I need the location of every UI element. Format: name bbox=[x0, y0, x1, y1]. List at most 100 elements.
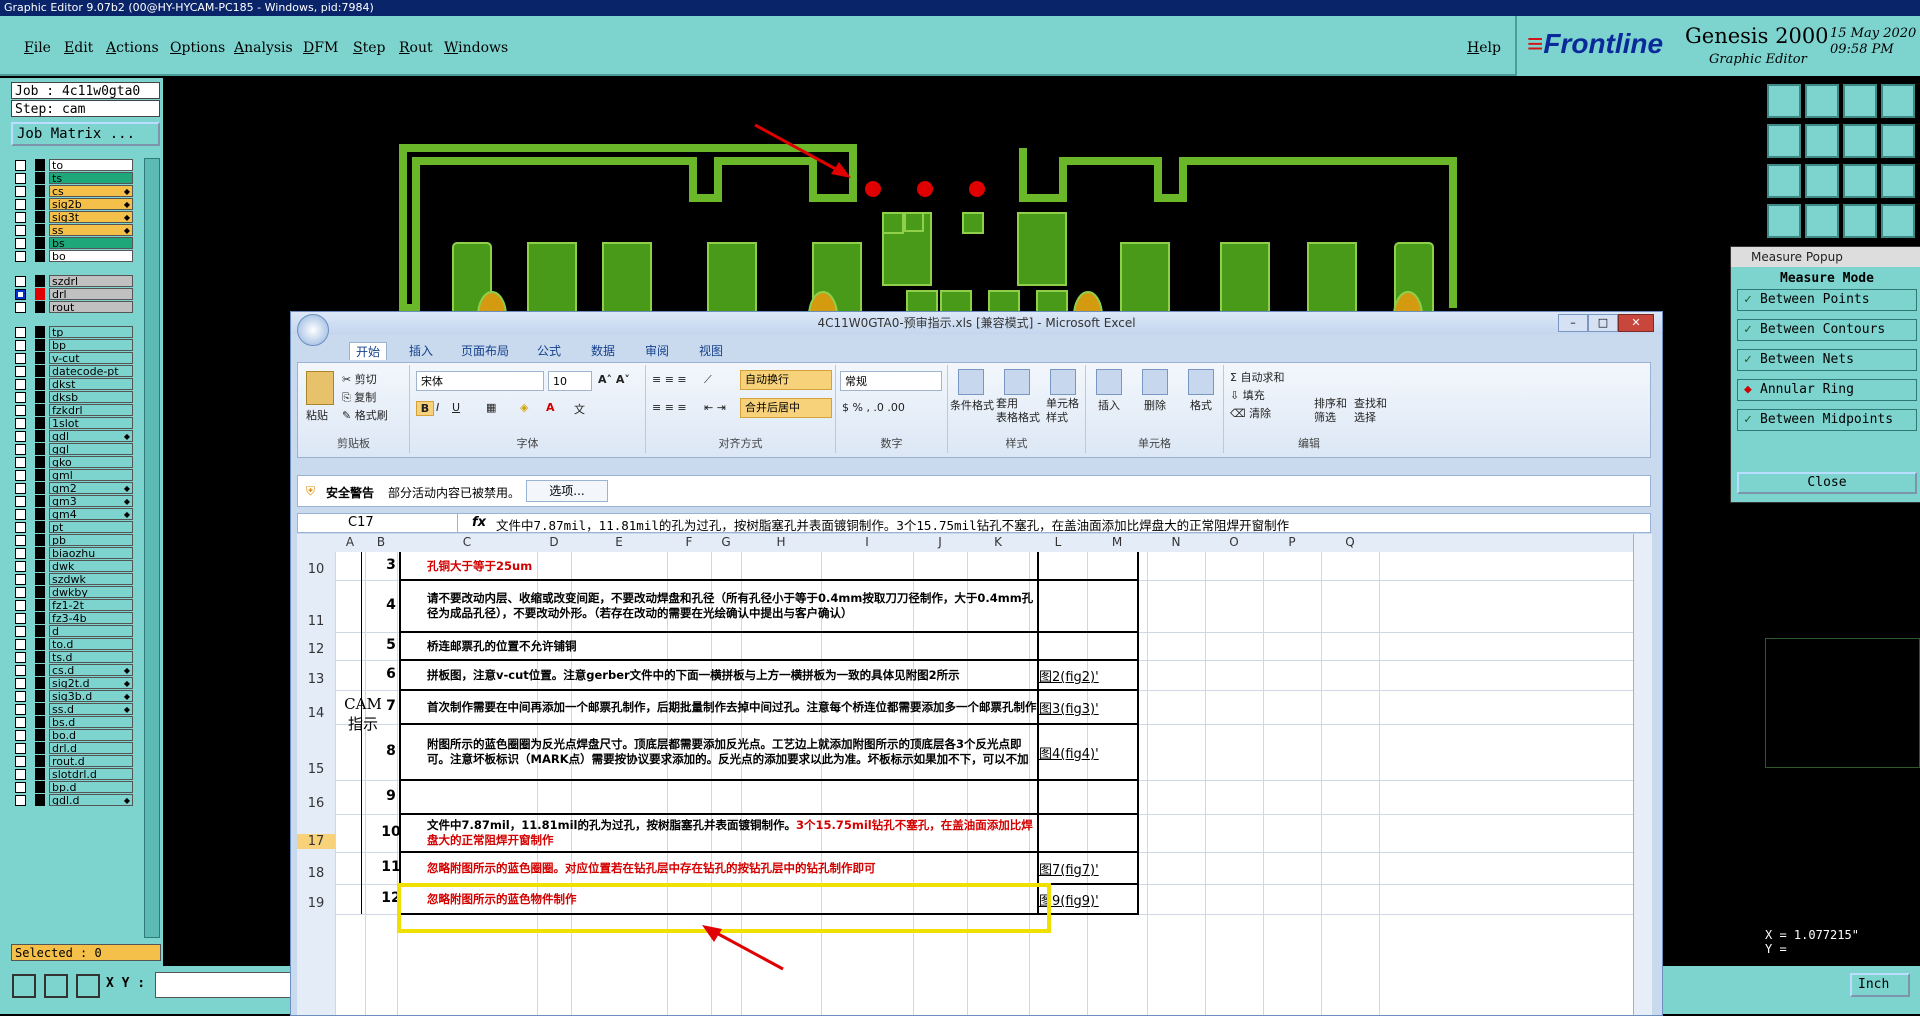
layer-checkbox[interactable] bbox=[15, 366, 26, 377]
layer-scrollbar[interactable] bbox=[144, 158, 160, 938]
layer-row[interactable]: szdwk bbox=[11, 572, 133, 586]
layer-name[interactable]: sig2t.d ◆ bbox=[49, 677, 133, 689]
layer-checkbox[interactable] bbox=[15, 457, 26, 468]
layer-row[interactable]: fzkdrl bbox=[11, 403, 133, 417]
menu-rout[interactable]: Rout bbox=[399, 40, 433, 56]
layer-checkbox[interactable] bbox=[15, 756, 26, 767]
layer-row[interactable]: gm4 ◆ bbox=[11, 507, 133, 521]
zoom-in-icon[interactable] bbox=[1805, 84, 1839, 118]
net-icon[interactable] bbox=[1843, 204, 1877, 238]
angle-icon[interactable] bbox=[44, 974, 68, 998]
layer-row[interactable]: bo bbox=[11, 249, 133, 263]
layer-row[interactable]: rout bbox=[11, 300, 133, 314]
column-header[interactable]: F bbox=[667, 535, 711, 549]
phonetic-icon[interactable]: 文 bbox=[574, 401, 585, 417]
table-format-button[interactable]: 套用 表格格式 bbox=[996, 397, 1040, 425]
layer-name[interactable]: szdwk bbox=[49, 573, 133, 585]
layer-row[interactable]: sig2t.d ◆ bbox=[11, 676, 133, 690]
menu-edit[interactable]: Edit bbox=[64, 40, 93, 56]
security-options-button[interactable]: 选项... bbox=[526, 480, 608, 502]
layer-name[interactable]: gdl ◆ bbox=[49, 430, 133, 442]
layer-checkbox[interactable] bbox=[15, 639, 26, 650]
font-name-select[interactable]: 宋体 bbox=[416, 371, 544, 391]
layer-checkbox[interactable] bbox=[15, 795, 26, 806]
layer-checkbox[interactable] bbox=[15, 535, 26, 546]
layer-row[interactable]: cs.d ◆ bbox=[11, 663, 133, 677]
layer-name[interactable]: gdl.d ◆ bbox=[49, 794, 133, 806]
cell-styles-icon[interactable] bbox=[1050, 369, 1076, 395]
layer-row[interactable]: ts bbox=[11, 171, 133, 185]
layer-row[interactable]: gdl ◆ bbox=[11, 429, 133, 443]
delete-cells-icon[interactable] bbox=[1142, 369, 1168, 395]
align-left-icon[interactable]: ≡ ≡ ≡ bbox=[652, 401, 687, 414]
layer-row[interactable]: to bbox=[11, 158, 133, 172]
menu-dfm[interactable]: DFM bbox=[303, 40, 338, 56]
layer-checkbox[interactable] bbox=[15, 496, 26, 507]
tab-view[interactable]: 视图 bbox=[699, 342, 723, 359]
layer-checkbox[interactable] bbox=[15, 173, 26, 184]
layer-name[interactable]: ggl bbox=[49, 443, 133, 455]
layer-checkbox[interactable] bbox=[15, 353, 26, 364]
layer-row[interactable]: bs bbox=[11, 236, 133, 250]
layer-name[interactable]: ss ◆ bbox=[49, 224, 133, 236]
overview-window[interactable] bbox=[1765, 638, 1920, 768]
snap-icon[interactable] bbox=[1881, 124, 1915, 158]
layer-checkbox[interactable] bbox=[15, 212, 26, 223]
zoom-out-icon[interactable] bbox=[1805, 164, 1839, 198]
copy-button[interactable]: ⎘ 复制 bbox=[342, 389, 376, 405]
layer-row[interactable]: drl.d bbox=[11, 741, 133, 755]
grow-font-icon[interactable]: A˄ A˅ bbox=[598, 373, 630, 386]
layer-name[interactable]: sig3t ◆ bbox=[49, 211, 133, 223]
layer-name[interactable]: cs ◆ bbox=[49, 185, 133, 197]
draw-line-icon[interactable] bbox=[12, 974, 36, 998]
layer-name[interactable]: sig2b ◆ bbox=[49, 198, 133, 210]
layer-checkbox[interactable] bbox=[15, 704, 26, 715]
merge-center-button[interactable]: 合并后居中 bbox=[740, 398, 832, 418]
layer-checkbox[interactable] bbox=[15, 276, 26, 287]
font-color-icon[interactable]: A bbox=[546, 401, 555, 414]
layer-row[interactable]: biaozhu bbox=[11, 546, 133, 560]
underline-button[interactable]: U bbox=[452, 401, 460, 414]
layer-name[interactable]: gko bbox=[49, 456, 133, 468]
layer-name[interactable]: to bbox=[49, 159, 133, 171]
column-header[interactable]: I bbox=[821, 535, 913, 549]
layer-checkbox[interactable] bbox=[15, 678, 26, 689]
menu-step[interactable]: Step bbox=[353, 40, 385, 56]
column-header[interactable]: H bbox=[741, 535, 821, 549]
layer-row[interactable]: bp.d bbox=[11, 780, 133, 794]
layer-name[interactable]: dwkby bbox=[49, 586, 133, 598]
menu-help[interactable]: Help bbox=[1467, 40, 1501, 56]
layer-checkbox[interactable] bbox=[15, 613, 26, 624]
measure-option[interactable]: ✓ Between Midpoints bbox=[1737, 409, 1917, 431]
layer-row[interactable]: gml bbox=[11, 468, 133, 482]
layer-name[interactable]: cs.d ◆ bbox=[49, 664, 133, 676]
layer-checkbox[interactable] bbox=[15, 561, 26, 572]
measure-option[interactable]: ◆ Annular Ring bbox=[1737, 379, 1917, 401]
layer-checkbox[interactable] bbox=[15, 225, 26, 236]
measure-option[interactable]: ✓ Between Contours bbox=[1737, 319, 1917, 341]
wrap-text-button[interactable]: 自动换行 bbox=[740, 370, 832, 390]
job-matrix-button[interactable]: Job Matrix ... bbox=[11, 122, 160, 146]
layer-row[interactable]: bp bbox=[11, 338, 133, 352]
menu-actions[interactable]: Actions bbox=[106, 40, 159, 56]
layer-checkbox[interactable] bbox=[15, 691, 26, 702]
table-format-icon[interactable] bbox=[1004, 369, 1030, 395]
layer-checkbox[interactable] bbox=[15, 574, 26, 585]
tab-data[interactable]: 数据 bbox=[591, 342, 615, 359]
layer-checkbox[interactable] bbox=[15, 302, 26, 313]
layer-row[interactable]: ggl bbox=[11, 442, 133, 456]
layer-name[interactable]: v-cut bbox=[49, 352, 133, 364]
layer-row[interactable]: dkst bbox=[11, 377, 133, 391]
formula-input[interactable]: 文件中7.87mil，11.81mil的孔为过孔，按树脂塞孔并表面镀铜制作。3个… bbox=[496, 515, 1289, 534]
tab-page-layout[interactable]: 页面布局 bbox=[461, 342, 509, 359]
units-button[interactable]: Inch bbox=[1850, 973, 1910, 997]
layer-checkbox[interactable] bbox=[15, 340, 26, 351]
format-painter-button[interactable]: ✎ 格式刷 bbox=[342, 407, 388, 423]
grid-icon[interactable] bbox=[1805, 204, 1839, 238]
layer-name[interactable]: drl.d bbox=[49, 742, 133, 754]
number-format-select[interactable]: 常规 bbox=[840, 371, 942, 391]
column-header[interactable]: C bbox=[397, 535, 537, 549]
layer-name[interactable]: slotdrl.d bbox=[49, 768, 133, 780]
layer-checkbox[interactable] bbox=[15, 509, 26, 520]
layer-row[interactable]: sig3t ◆ bbox=[11, 210, 133, 224]
